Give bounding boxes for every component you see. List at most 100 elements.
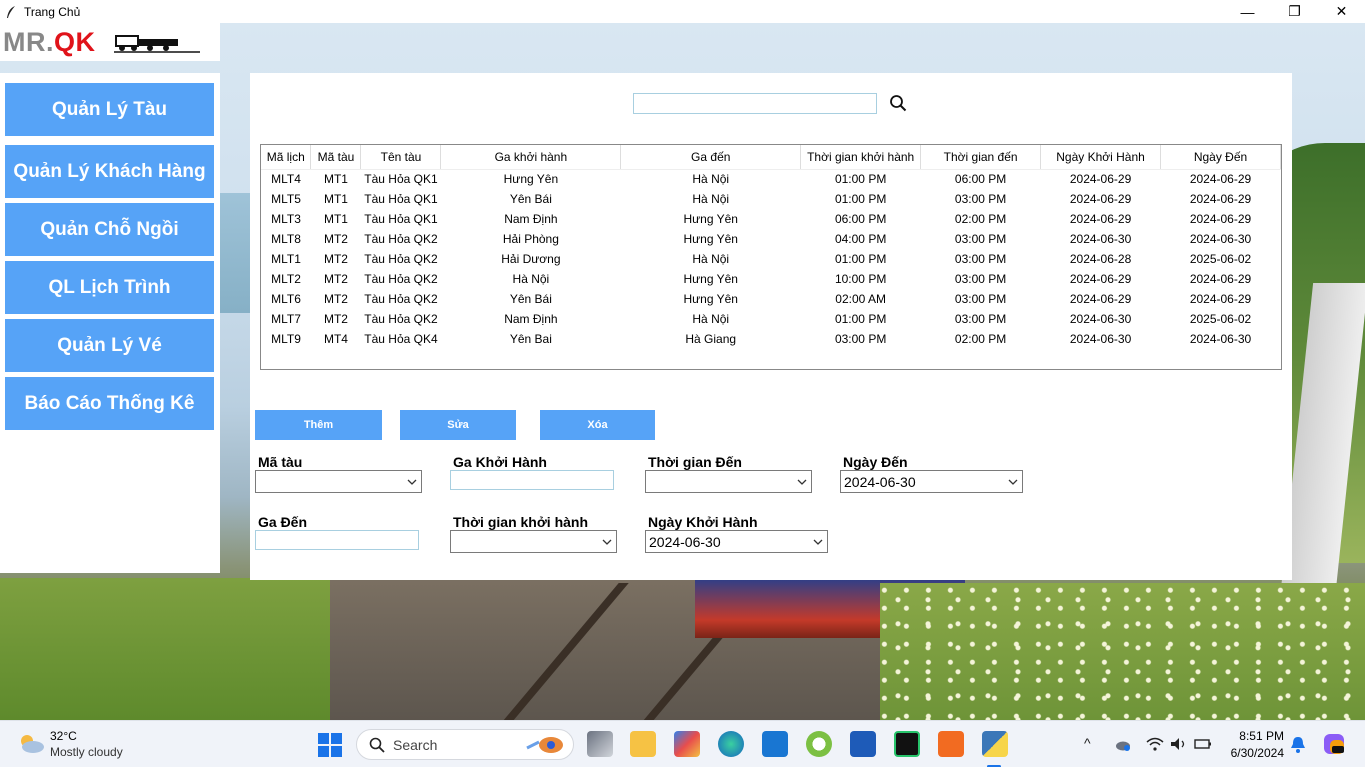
table-cell: Hưng Yên [683, 292, 738, 306]
table-cell: MLT4 [271, 172, 301, 187]
maximize-button[interactable]: ❐ [1271, 0, 1318, 23]
ga-den-field[interactable] [255, 530, 419, 550]
table-cell: Tàu Hỏa QK2 [364, 252, 438, 266]
close-button[interactable]: ✕ [1318, 0, 1365, 23]
column-header[interactable]: Ngày Khởi Hành [1040, 145, 1162, 170]
table-cell: 2024-06-30 [1189, 332, 1252, 346]
clock-date[interactable]: 6/30/2024 [1226, 746, 1284, 760]
sidebar-item-bao-cao-thong-ke[interactable]: Báo Cáo Thống Kê [5, 377, 214, 430]
table-cell: Tàu Hỏa QK2 [364, 272, 438, 286]
train-logo-icon [113, 35, 200, 53]
table-cell: MLT5 [271, 192, 301, 206]
column-header[interactable]: Thời gian khởi hành [800, 145, 922, 170]
thoi-gian-den-select[interactable] [645, 470, 812, 493]
column-header[interactable]: Mã tàu [310, 145, 362, 170]
chevron-up-icon[interactable]: ^ [1084, 735, 1091, 751]
file-explorer-icon[interactable] [630, 731, 656, 757]
chevron-down-icon [797, 479, 807, 485]
chevron-down-icon [1008, 479, 1018, 485]
table-header-row: Mã lịch Mã tàu Tên tàu Ga khởi hành Ga đ… [261, 145, 1281, 170]
weather-description[interactable]: Mostly cloudy [50, 745, 123, 759]
weather-temperature[interactable]: 32°C [50, 729, 77, 743]
start-button[interactable] [318, 733, 342, 757]
table-cell: 2024-06-29 [1069, 212, 1132, 226]
table-row[interactable]: MLT2 MT2 Tàu Hỏa QK2 Hà Nội Hưng Yên 10:00 PM… [261, 269, 1281, 289]
column-header[interactable]: Mã lịch [261, 145, 312, 170]
search-input[interactable] [633, 93, 877, 114]
table-cell: 2024-06-30 [1069, 232, 1132, 246]
green-app-icon[interactable] [806, 731, 832, 757]
table-cell: 2024-06-29 [1069, 292, 1132, 306]
ma-tau-select[interactable] [255, 470, 422, 493]
table-cell: 01:00 PM [834, 172, 887, 187]
pycharm-icon[interactable] [894, 731, 920, 757]
cloud-sync-icon[interactable] [1114, 737, 1132, 751]
table-cell: Hưng Yên [683, 272, 738, 286]
feather-app-icon [7, 5, 15, 18]
outlook-icon[interactable] [762, 731, 788, 757]
column-header[interactable]: Ga đến [620, 145, 802, 170]
table-cell: Hải Dương [501, 252, 561, 266]
table-cell: Tàu Hỏa QK4 [364, 332, 438, 346]
table-cell: 03:00 PM [954, 312, 1007, 326]
sidebar-item-quan-ly-khach-hang[interactable]: Quản Lý Khách Hàng [5, 145, 214, 198]
table-row[interactable]: MLT6 MT2 Tàu Hỏa QK2 Yên Bái Hưng Yên 02:00 A… [261, 289, 1281, 309]
volume-icon[interactable] [1170, 737, 1188, 751]
ngay-den-select[interactable]: 2024-06-30 [840, 470, 1023, 493]
table-cell: Hưng Yên [683, 212, 738, 226]
sidebar-item-quan-cho-ngoi[interactable]: Quản Chỗ Ngồi [5, 203, 214, 256]
minimize-button[interactable]: — [1224, 0, 1271, 23]
notification-bell-icon[interactable] [1290, 735, 1306, 753]
table-cell: Yên Bái [509, 292, 552, 306]
table-cell: 2024-06-30 [1069, 312, 1132, 326]
clock-time[interactable]: 8:51 PM [1236, 729, 1284, 743]
wifi-icon[interactable] [1146, 737, 1164, 751]
table-cell: Yên Bai [509, 332, 552, 346]
table-row[interactable]: MLT7 MT2 Tàu Hỏa QK2 Nam Định Hà Nội 01:00 PM… [261, 309, 1281, 329]
table-cell: 2024-06-28 [1069, 252, 1132, 266]
thoi-gian-khoi-hanh-select[interactable] [450, 530, 617, 553]
column-header[interactable]: Thời gian đến [920, 145, 1042, 170]
word-icon[interactable] [850, 731, 876, 757]
schedule-panel: Mã lịch Mã tàu Tên tàu Ga khởi hành Ga đ… [250, 73, 1292, 580]
delete-button[interactable]: Xóa [540, 410, 655, 440]
edit-button[interactable]: Sửa [400, 410, 516, 440]
table-row[interactable]: MLT8 MT2 Tàu Hỏa QK2 Hải Phòng Hưng Yên 04:00… [261, 229, 1281, 249]
column-header[interactable]: Tên tàu [360, 145, 442, 170]
window-title: Trang Chủ [24, 4, 81, 19]
table-row[interactable]: MLT1 MT2 Tàu Hỏa QK2 Hải Dương Hà Nội 01:00 P… [261, 249, 1281, 269]
sidebar-item-quan-ly-tau[interactable]: Quản Lý Tàu [5, 83, 214, 136]
taskbar-search-box[interactable]: Search [356, 729, 574, 760]
edge-browser-icon[interactable] [718, 731, 744, 757]
cloudy-weather-icon[interactable] [17, 732, 45, 754]
table-cell: 2024-06-29 [1069, 192, 1132, 206]
table-row[interactable]: MLT3 MT1 Tàu Hỏa QK1 Nam Định Hưng Yên 06:00 … [261, 209, 1281, 229]
column-header[interactable]: Ngày Đến [1160, 145, 1281, 170]
ga-khoi-hanh-field[interactable] [450, 470, 614, 490]
table-cell: 03:00 PM [954, 252, 1007, 266]
task-view-icon[interactable] [587, 731, 613, 757]
table-cell: 2024-06-29 [1189, 292, 1252, 306]
sidebar-item-ql-lich-trinh[interactable]: QL Lịch Trình [5, 261, 214, 314]
table-cell: 01:00 PM [834, 192, 887, 206]
table-cell: Hà Giang [685, 332, 737, 346]
search-button[interactable] [886, 91, 910, 115]
table-cell: MT4 [323, 332, 348, 346]
thoi-gian-khoi-hanh-label: Thời gian khởi hành [453, 514, 589, 530]
copilot-icon[interactable] [1322, 732, 1346, 756]
sidebar-item-quan-ly-ve[interactable]: Quản Lý Vé [5, 319, 214, 372]
add-button[interactable]: Thêm [255, 410, 382, 440]
table-row[interactable]: MLT4 MT1 Tàu Hỏa QK1 Hưng Yên Hà Nội 01:00 PM… [261, 169, 1281, 189]
table-row[interactable]: MLT9 MT4 Tàu Hỏa QK4 Yên Bai Hà Giang 03:00 P… [261, 329, 1281, 349]
ga-khoi-hanh-label: Ga Khởi Hành [453, 454, 547, 470]
python-icon[interactable] [982, 731, 1008, 757]
table-row[interactable]: MLT5 MT1 Tàu Hỏa QK1 Yên Bái Hà Nội 01:00 PM 0… [261, 189, 1281, 209]
table-cell: MLT2 [271, 272, 301, 286]
table-cell: MT2 [323, 232, 348, 246]
table-cell: 01:00 PM [834, 312, 887, 326]
ngay-khoi-hanh-select[interactable]: 2024-06-30 [645, 530, 828, 553]
battery-icon[interactable] [1194, 738, 1212, 750]
xampp-icon[interactable] [938, 731, 964, 757]
column-header[interactable]: Ga khởi hành [440, 145, 622, 170]
microsoft-store-icon[interactable] [674, 731, 700, 757]
